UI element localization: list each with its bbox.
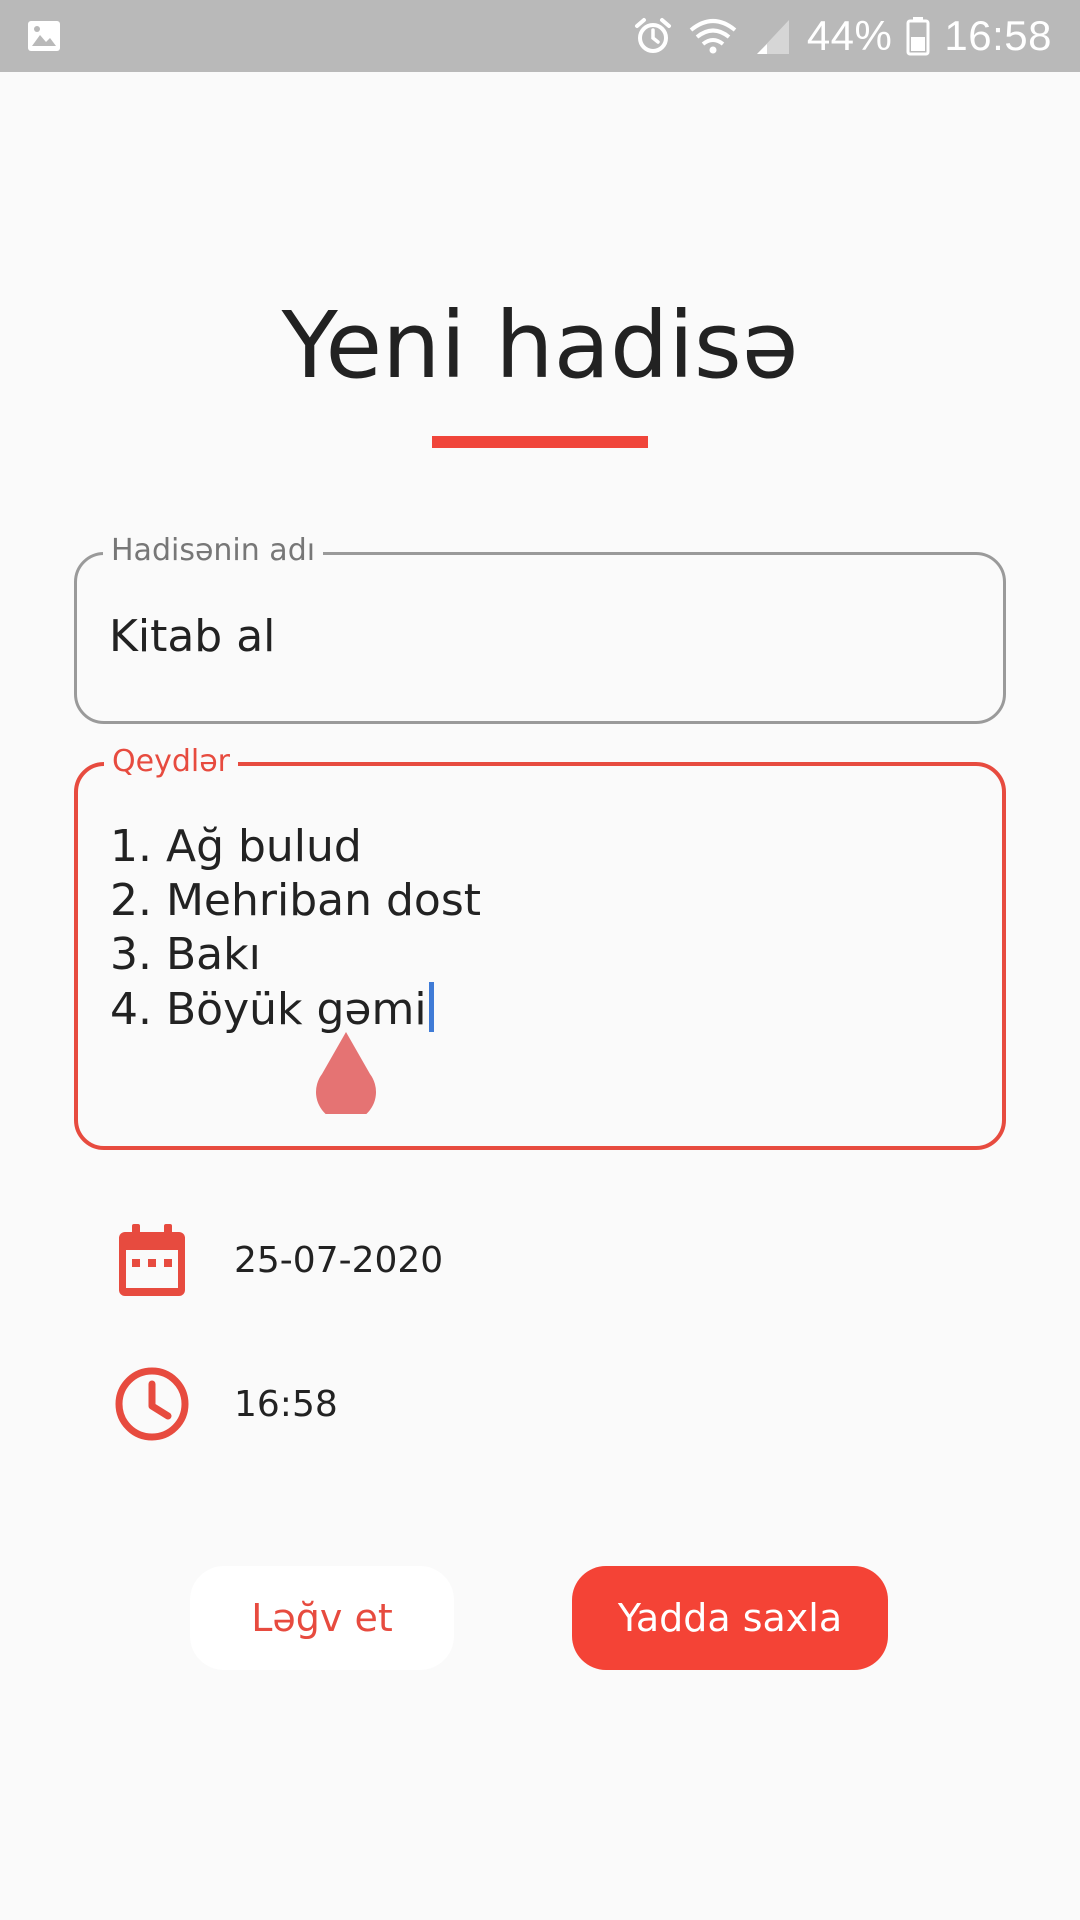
title-underline [432,436,648,448]
battery-percent: 44% [806,12,893,59]
notes-field[interactable]: Qeydlər 1. Ağ bulud 2. Mehriban dost 3. … [74,742,1006,1150]
event-name-label: Hadisənin adı [103,531,324,571]
notes-line: 3. Bakı [110,929,261,980]
status-icons: 44% 16:58 [633,0,1052,72]
event-name-field[interactable]: Hadisənin adı Kitab al [74,531,1006,724]
notes-line-last: 4. Böyük gəmi [110,982,481,1037]
image-icon [26,18,62,54]
event-name-input[interactable]: Kitab al [109,611,275,662]
date-row[interactable]: 25-07-2020 [114,1222,443,1298]
save-button[interactable]: Yadda saxla [572,1566,888,1670]
date-value[interactable]: 25-07-2020 [234,1240,443,1281]
notes-input[interactable]: 1. Ağ bulud 2. Mehriban dost 3. Bakı 4. … [110,820,481,1037]
wifi-icon [687,16,739,56]
text-cursor [428,982,434,1032]
status-bar: 44% 16:58 [0,0,1080,72]
battery-icon [906,16,930,56]
time-row[interactable]: 16:58 [114,1366,338,1442]
notes-line: 4. Böyük gəmi [110,984,427,1035]
signal-icon [753,16,793,56]
time-value[interactable]: 16:58 [234,1384,338,1425]
notes-label: Qeydlər [104,742,238,782]
clock-icon[interactable] [114,1366,190,1442]
page-title: Yeni hadisə [281,292,799,399]
cursor-handle-icon[interactable] [312,1030,380,1114]
status-time: 16:58 [944,12,1052,59]
notes-line: 2. Mehriban dost [110,875,481,926]
alarm-icon [633,16,673,56]
cancel-button[interactable]: Ləğv et [190,1566,454,1670]
calendar-icon[interactable] [114,1222,190,1298]
notes-line: 1. Ağ bulud [110,821,362,872]
